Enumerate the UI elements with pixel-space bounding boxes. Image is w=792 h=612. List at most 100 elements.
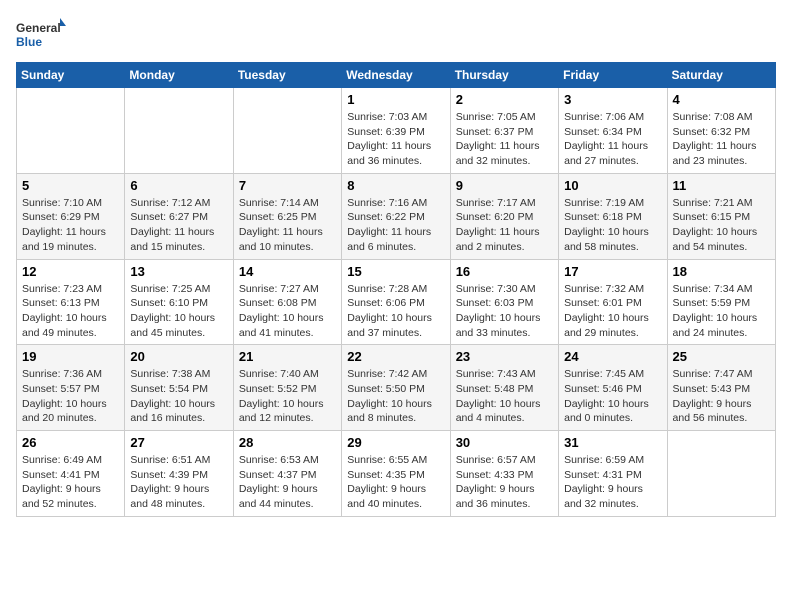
day-cell-21: 21 Sunrise: 7:40 AMSunset: 5:52 PMDayligh… [233,345,341,431]
day-cell-28: 28Sunrise: 6:53 AMSunset: 4:37 PMDayligh… [233,431,341,517]
day-cell-24: 24 Sunrise: 7:45 AMSunset: 5:46 PMDayligh… [559,345,667,431]
week-row-2: 5Sunrise: 7:10 AMSunset: 6:29 PMDaylight… [17,173,776,259]
day-info: Sunrise: 7:17 AMSunset: 6:20 PMDaylight:… [456,196,553,255]
day-info: Sunrise: 7:47 AMSunset: 5:43 PMDaylight:… [673,367,770,426]
weekday-header-friday: Friday [559,63,667,88]
day-number: 19 [22,349,119,364]
day-cell-13: 13 Sunrise: 7:25 AMSunset: 6:10 PMDayligh… [125,259,233,345]
day-cell-17: 17Sunrise: 7:32 AMSunset: 6:01 PMDayligh… [559,259,667,345]
day-cell-7: 7 Sunrise: 7:14 AMSunset: 6:25 PMDaylight… [233,173,341,259]
day-info: Sunrise: 6:53 AMSunset: 4:37 PMDaylight:… [239,453,336,512]
day-info: Sunrise: 7:03 AMSunset: 6:39 PMDaylight:… [347,110,444,169]
svg-text:General: General [16,21,61,35]
day-cell-6: 6Sunrise: 7:12 AMSunset: 6:27 PMDaylight… [125,173,233,259]
day-cell-9: 9 Sunrise: 7:17 AMSunset: 6:20 PMDaylight… [450,173,558,259]
week-row-5: 26 Sunrise: 6:49 AMSunset: 4:41 PMDayligh… [17,431,776,517]
day-number: 15 [347,264,444,279]
day-info: Sunrise: 7:10 AMSunset: 6:29 PMDaylight:… [22,196,119,255]
day-cell-23: 23 Sunrise: 7:43 AMSunset: 5:48 PMDayligh… [450,345,558,431]
day-number: 18 [673,264,770,279]
day-cell-30: 30Sunrise: 6:57 AMSunset: 4:33 PMDayligh… [450,431,558,517]
day-number: 10 [564,178,661,193]
day-info: Sunrise: 7:36 AMSunset: 5:57 PMDaylight:… [22,367,119,426]
day-number: 26 [22,435,119,450]
logo-svg: General Blue [16,16,66,56]
weekday-header-sunday: Sunday [17,63,125,88]
day-info: Sunrise: 7:19 AMSunset: 6:18 PMDaylight:… [564,196,661,255]
day-cell-19: 19 Sunrise: 7:36 AMSunset: 5:57 PMDayligh… [17,345,125,431]
day-number: 16 [456,264,553,279]
day-info: Sunrise: 7:45 AMSunset: 5:46 PMDaylight:… [564,367,661,426]
header: General Blue [16,16,776,56]
day-info: Sunrise: 7:32 AMSunset: 6:01 PMDaylight:… [564,282,661,341]
day-number: 12 [22,264,119,279]
empty-cell [233,88,341,174]
day-cell-27: 27 Sunrise: 6:51 AMSunset: 4:39 PMDayligh… [125,431,233,517]
day-info: Sunrise: 7:28 AMSunset: 6:06 PMDaylight:… [347,282,444,341]
day-cell-8: 8 Sunrise: 7:16 AMSunset: 6:22 PMDaylight… [342,173,450,259]
day-number: 7 [239,178,336,193]
day-number: 23 [456,349,553,364]
day-cell-4: 4 Sunrise: 7:08 AMSunset: 6:32 PMDaylight… [667,88,775,174]
svg-text:Blue: Blue [16,35,42,49]
day-info: Sunrise: 6:51 AMSunset: 4:39 PMDaylight:… [130,453,227,512]
day-number: 4 [673,92,770,107]
day-cell-26: 26 Sunrise: 6:49 AMSunset: 4:41 PMDayligh… [17,431,125,517]
day-cell-2: 2Sunrise: 7:05 AMSunset: 6:37 PMDaylight… [450,88,558,174]
day-number: 1 [347,92,444,107]
day-info: Sunrise: 7:23 AMSunset: 6:13 PMDaylight:… [22,282,119,341]
weekday-header-saturday: Saturday [667,63,775,88]
day-number: 27 [130,435,227,450]
day-number: 14 [239,264,336,279]
day-info: Sunrise: 7:30 AMSunset: 6:03 PMDaylight:… [456,282,553,341]
empty-cell [17,88,125,174]
week-row-3: 12 Sunrise: 7:23 AMSunset: 6:13 PMDayligh… [17,259,776,345]
day-info: Sunrise: 7:43 AMSunset: 5:48 PMDaylight:… [456,367,553,426]
empty-cell [667,431,775,517]
day-cell-18: 18 Sunrise: 7:34 AMSunset: 5:59 PMDayligh… [667,259,775,345]
day-info: Sunrise: 6:59 AMSunset: 4:31 PMDaylight:… [564,453,661,512]
day-number: 22 [347,349,444,364]
day-cell-22: 22 Sunrise: 7:42 AMSunset: 5:50 PMDayligh… [342,345,450,431]
day-info: Sunrise: 7:16 AMSunset: 6:22 PMDaylight:… [347,196,444,255]
day-info: Sunrise: 7:42 AMSunset: 5:50 PMDaylight:… [347,367,444,426]
weekday-header-row: SundayMondayTuesdayWednesdayThursdayFrid… [17,63,776,88]
day-cell-16: 16 Sunrise: 7:30 AMSunset: 6:03 PMDayligh… [450,259,558,345]
day-number: 2 [456,92,553,107]
day-cell-3: 3 Sunrise: 7:06 AMSunset: 6:34 PMDaylight… [559,88,667,174]
day-number: 25 [673,349,770,364]
day-number: 24 [564,349,661,364]
day-number: 9 [456,178,553,193]
day-cell-10: 10 Sunrise: 7:19 AMSunset: 6:18 PMDayligh… [559,173,667,259]
day-info: Sunrise: 7:21 AMSunset: 6:15 PMDaylight:… [673,196,770,255]
day-number: 21 [239,349,336,364]
day-info: Sunrise: 7:34 AMSunset: 5:59 PMDaylight:… [673,282,770,341]
day-cell-20: 20Sunrise: 7:38 AMSunset: 5:54 PMDayligh… [125,345,233,431]
logo: General Blue [16,16,66,56]
day-number: 29 [347,435,444,450]
weekday-header-thursday: Thursday [450,63,558,88]
day-cell-29: 29Sunrise: 6:55 AMSunset: 4:35 PMDayligh… [342,431,450,517]
day-number: 8 [347,178,444,193]
day-info: Sunrise: 7:12 AMSunset: 6:27 PMDaylight:… [130,196,227,255]
day-cell-14: 14 Sunrise: 7:27 AMSunset: 6:08 PMDayligh… [233,259,341,345]
day-cell-25: 25 Sunrise: 7:47 AMSunset: 5:43 PMDayligh… [667,345,775,431]
day-info: Sunrise: 7:27 AMSunset: 6:08 PMDaylight:… [239,282,336,341]
weekday-header-wednesday: Wednesday [342,63,450,88]
day-info: Sunrise: 7:06 AMSunset: 6:34 PMDaylight:… [564,110,661,169]
day-info: Sunrise: 7:40 AMSunset: 5:52 PMDaylight:… [239,367,336,426]
weekday-header-tuesday: Tuesday [233,63,341,88]
day-info: Sunrise: 7:14 AMSunset: 6:25 PMDaylight:… [239,196,336,255]
day-cell-12: 12 Sunrise: 7:23 AMSunset: 6:13 PMDayligh… [17,259,125,345]
day-cell-5: 5Sunrise: 7:10 AMSunset: 6:29 PMDaylight… [17,173,125,259]
day-cell-11: 11Sunrise: 7:21 AMSunset: 6:15 PMDayligh… [667,173,775,259]
day-cell-1: 1 Sunrise: 7:03 AMSunset: 6:39 PMDaylight… [342,88,450,174]
day-info: Sunrise: 7:25 AMSunset: 6:10 PMDaylight:… [130,282,227,341]
day-info: Sunrise: 6:49 AMSunset: 4:41 PMDaylight:… [22,453,119,512]
day-cell-31: 31Sunrise: 6:59 AMSunset: 4:31 PMDayligh… [559,431,667,517]
day-number: 13 [130,264,227,279]
empty-cell [125,88,233,174]
day-info: Sunrise: 7:08 AMSunset: 6:32 PMDaylight:… [673,110,770,169]
day-number: 3 [564,92,661,107]
day-number: 20 [130,349,227,364]
